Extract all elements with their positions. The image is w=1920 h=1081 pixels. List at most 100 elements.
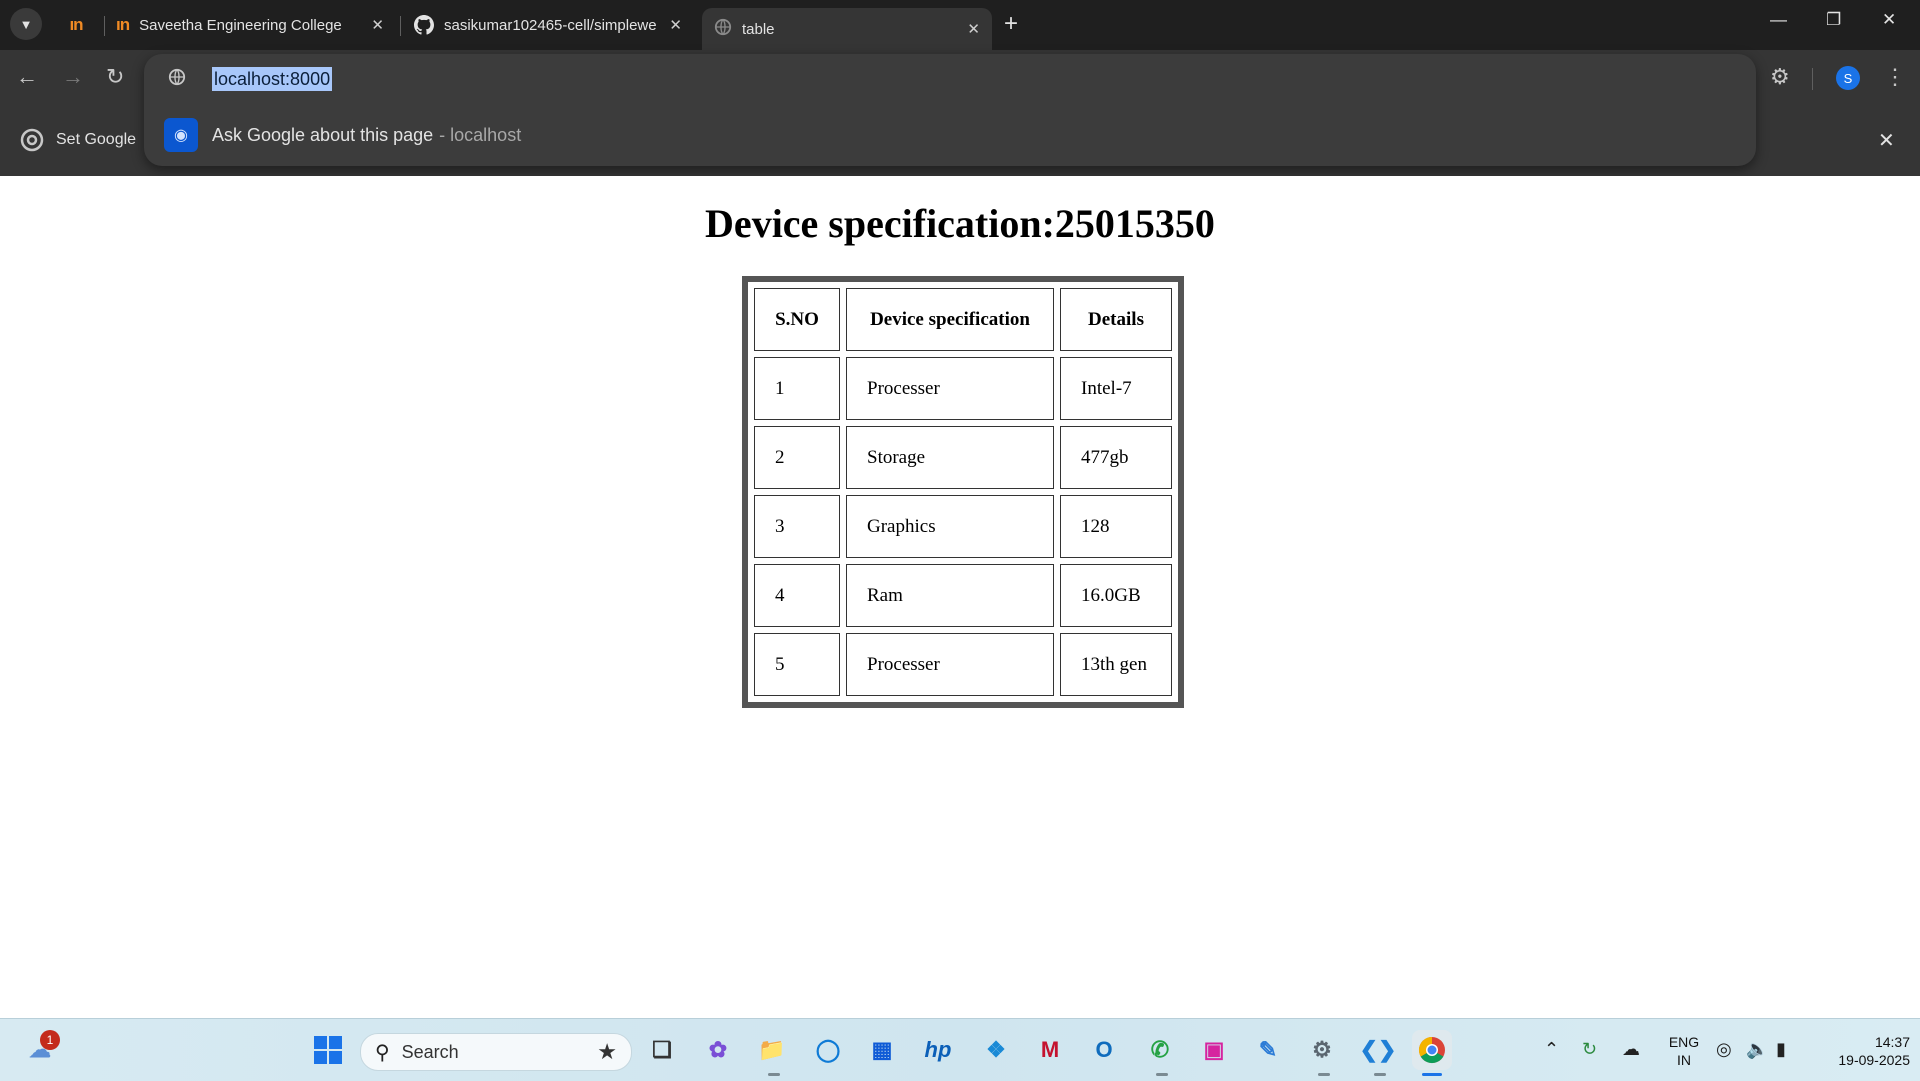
hp-icon[interactable]: hp <box>918 1030 958 1070</box>
close-icon[interactable]: ✕ <box>1878 128 1895 153</box>
omnibox-suggestion[interactable]: ◉ Ask Google about this page - localhost <box>164 118 521 152</box>
mcafee-icon[interactable]: M <box>1030 1030 1070 1070</box>
outlook-icon[interactable]: O <box>1084 1030 1124 1070</box>
clock[interactable]: 14:37 19-09-2025 <box>1810 1033 1910 1069</box>
mn-logo-icon: ın <box>69 15 83 34</box>
table-header: Details <box>1060 288 1172 351</box>
tab-title: table <box>742 20 775 38</box>
instagram-icon[interactable]: ▣ <box>1194 1030 1234 1070</box>
sync-icon[interactable]: ↻ <box>1582 1039 1597 1060</box>
set-google-bookmark[interactable]: Set Google <box>20 128 136 152</box>
mn-logo-icon: ın <box>116 15 130 34</box>
tab-search-button[interactable]: ▼ <box>10 8 42 40</box>
tab-title: sasikumar102465-cell/simplewe <box>444 16 657 34</box>
settings-gear-icon[interactable]: ⚙ <box>1302 1030 1342 1070</box>
close-window-icon[interactable]: ✕ <box>1882 10 1896 30</box>
table-row: 1 Processer Intel-7 <box>754 357 1172 420</box>
paint-icon[interactable]: ✎ <box>1248 1030 1288 1070</box>
new-tab-button[interactable]: + <box>1004 10 1018 38</box>
volume-icon[interactable]: 🔈 <box>1746 1039 1768 1060</box>
site-info-icon[interactable] <box>168 68 186 91</box>
task-view-icon[interactable]: ❏ <box>642 1030 682 1070</box>
lens-icon: ◉ <box>164 118 198 152</box>
table-cell: 4 <box>754 564 840 627</box>
table-cell: 128 <box>1060 495 1172 558</box>
language-indicator[interactable]: ENG IN <box>1664 1033 1704 1069</box>
taskbar: ☁ 1 ⚲ Search ★ ❏ ✿ 📁 ◯ ▦ hp ❖ M O ✆ ▣ ✎ … <box>0 1018 1920 1081</box>
table-row: 4 Ram 16.0GB <box>754 564 1172 627</box>
running-indicator <box>1374 1073 1386 1076</box>
globe-icon <box>714 18 732 40</box>
pinned-tab[interactable]: ın <box>56 8 96 42</box>
table-cell: 16.0GB <box>1060 564 1172 627</box>
table-cell: Graphics <box>846 495 1054 558</box>
store-icon[interactable]: ▦ <box>862 1030 902 1070</box>
page-content: Device specification:25015350 S.NO Devic… <box>0 176 1920 1018</box>
vscode-icon[interactable]: ❮❯ <box>1358 1030 1398 1070</box>
taskbar-search[interactable]: ⚲ Search ★ <box>360 1033 632 1071</box>
table-cell: Processer <box>846 357 1054 420</box>
minimize-icon[interactable]: — <box>1770 10 1787 30</box>
clock-date: 19-09-2025 <box>1838 1052 1910 1068</box>
edge-icon[interactable]: ◯ <box>808 1030 848 1070</box>
table-row: 3 Graphics 128 <box>754 495 1172 558</box>
back-arrow-icon[interactable]: ← <box>16 64 38 90</box>
chevron-down-icon: ▼ <box>19 16 33 32</box>
whatsapp-icon[interactable]: ✆ <box>1140 1030 1180 1070</box>
profile-avatar[interactable]: S <box>1836 66 1860 90</box>
search-icon: ⚲ <box>375 1041 390 1064</box>
forward-arrow-icon[interactable]: → <box>62 64 84 90</box>
bookmark-label: Set Google <box>56 131 137 148</box>
chrome-icon <box>20 128 44 152</box>
table-row: 2 Storage 477gb <box>754 426 1172 489</box>
table-cell: Intel-7 <box>1060 357 1172 420</box>
address-input[interactable]: localhost:8000 <box>212 67 333 91</box>
reload-icon[interactable]: ↻ <box>106 64 124 90</box>
table-cell: Storage <box>846 426 1054 489</box>
suggestion-domain: - localhost <box>439 124 522 145</box>
chrome-taskbar-icon[interactable] <box>1412 1030 1452 1070</box>
table-header-row: S.NO Device specification Details <box>754 288 1172 351</box>
language-line1: ENG <box>1668 1034 1700 1050</box>
tab-saveetha[interactable]: ın Saveetha Engineering College ✕ <box>116 8 396 42</box>
tab-strip: ▼ ın ın Saveetha Engineering College ✕ s… <box>0 0 1920 50</box>
table-header: S.NO <box>754 288 840 351</box>
table-cell: 5 <box>754 633 840 696</box>
toolbar-divider <box>1812 68 1813 90</box>
table-row: 5 Processer 13th gen <box>754 633 1172 696</box>
table-header: Device specification <box>846 288 1054 351</box>
search-label: Search <box>401 1041 459 1062</box>
tab-separator <box>400 16 401 36</box>
kebab-menu-icon[interactable]: ⋮ <box>1884 64 1906 90</box>
active-indicator <box>1422 1073 1442 1076</box>
close-tab-icon[interactable]: ✕ <box>669 16 682 34</box>
search-highlight-icon: ★ <box>597 1039 617 1064</box>
network-globe-icon[interactable]: ◎ <box>1716 1039 1732 1060</box>
restore-icon[interactable]: ❐ <box>1826 10 1841 30</box>
chevron-up-icon[interactable]: ⌃ <box>1544 1039 1559 1060</box>
running-indicator <box>1318 1073 1330 1076</box>
cloud-offline-icon[interactable]: ☁ <box>1622 1039 1640 1060</box>
running-indicator <box>768 1073 780 1076</box>
omnibox-dropdown: localhost:8000 ◉ Ask Google about this p… <box>144 54 1756 166</box>
file-explorer-icon[interactable]: 📁 <box>752 1030 792 1070</box>
notification-badge: 1 <box>40 1030 60 1050</box>
table-cell: 13th gen <box>1060 633 1172 696</box>
table-cell: 477gb <box>1060 426 1172 489</box>
table-cell: 1 <box>754 357 840 420</box>
spec-table: S.NO Device specification Details 1 Proc… <box>742 276 1184 708</box>
running-indicator <box>1156 1073 1168 1076</box>
table-cell: 2 <box>754 426 840 489</box>
skype-icon[interactable]: ❖ <box>976 1030 1016 1070</box>
copilot-icon[interactable]: ✿ <box>698 1030 738 1070</box>
tab-github[interactable]: sasikumar102465-cell/simplewe ✕ <box>414 8 694 42</box>
extensions-icon[interactable]: ⚙ <box>1770 64 1790 90</box>
windows-start-icon[interactable] <box>308 1030 348 1070</box>
language-line2: IN <box>1677 1052 1691 1068</box>
battery-icon[interactable]: ▮ <box>1776 1039 1786 1060</box>
suggestion-text: Ask Google about this page <box>212 124 434 145</box>
table-cell: Ram <box>846 564 1054 627</box>
tab-table[interactable]: table ✕ <box>702 8 992 50</box>
close-tab-icon[interactable]: ✕ <box>371 16 384 34</box>
close-tab-icon[interactable]: ✕ <box>967 20 980 38</box>
